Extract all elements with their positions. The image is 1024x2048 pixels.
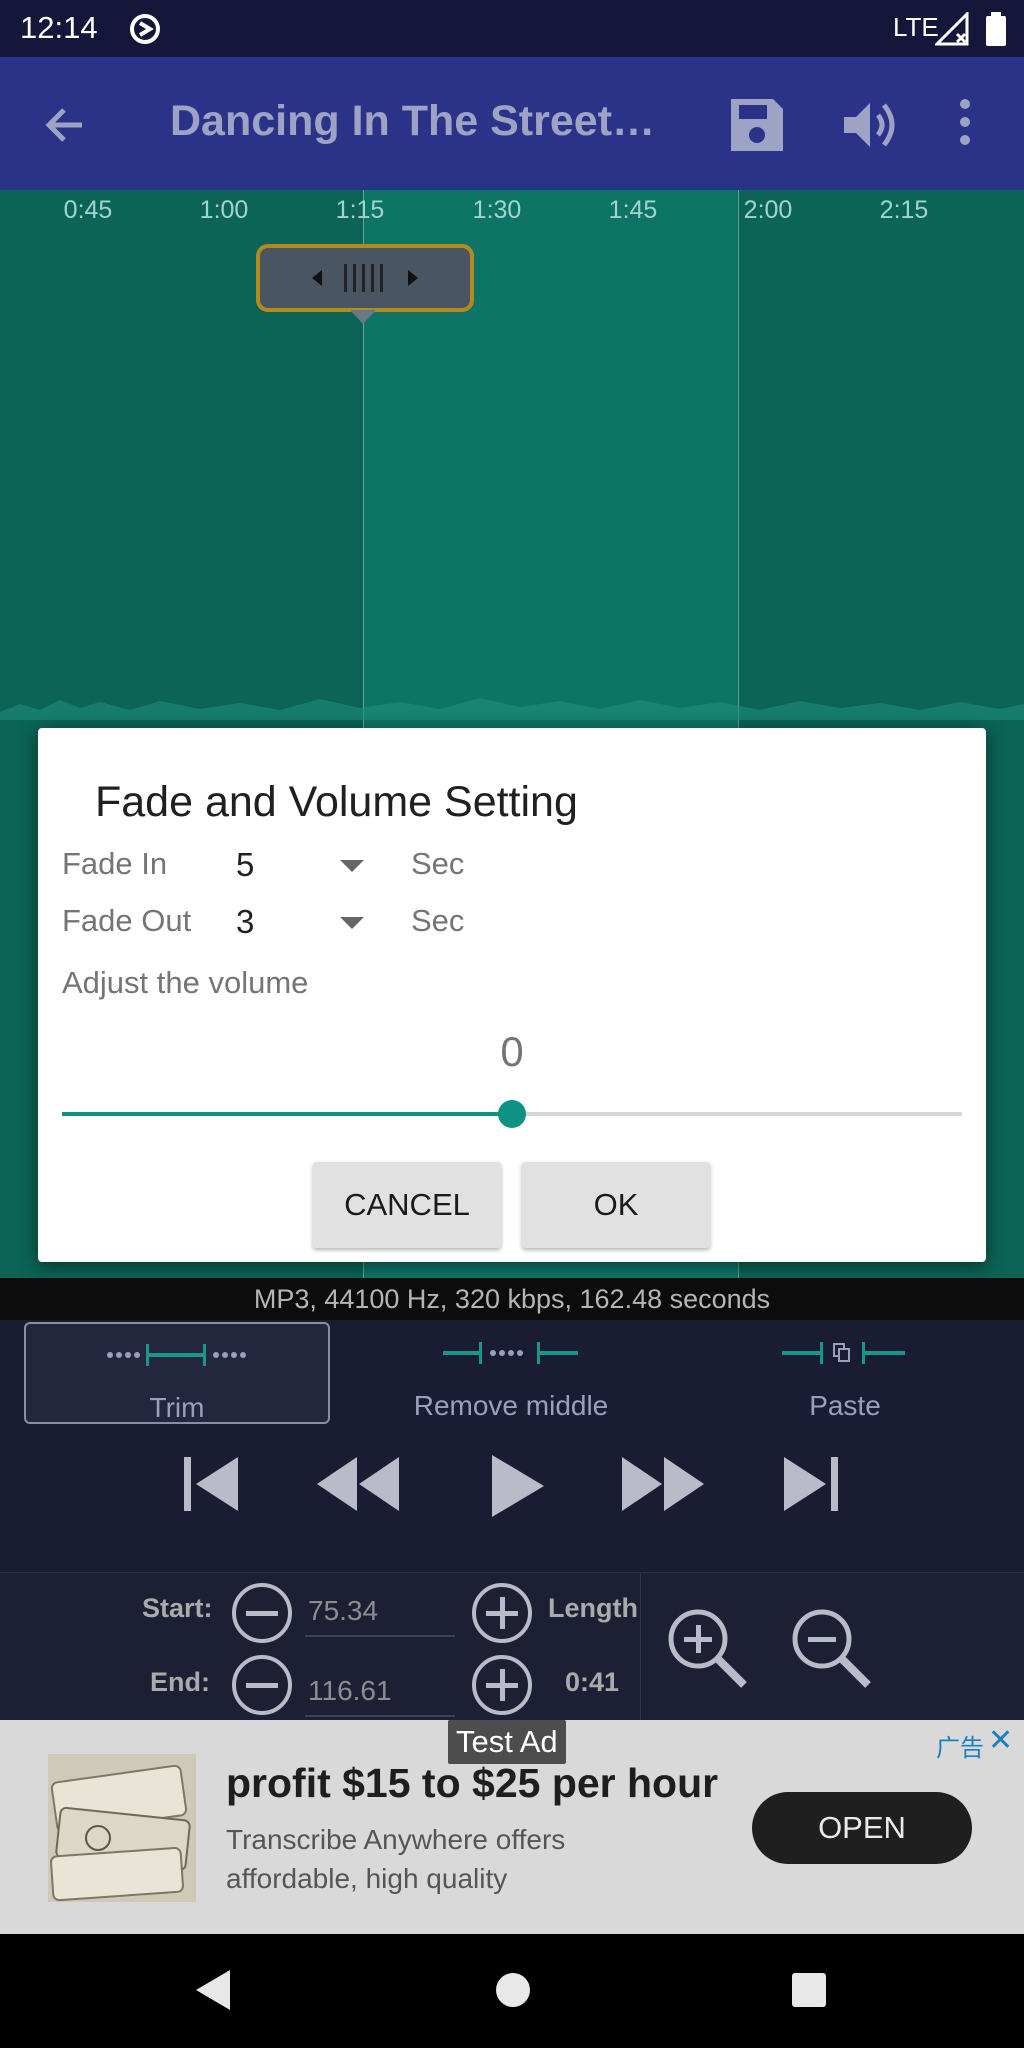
ok-button[interactable]: OK — [522, 1162, 710, 1248]
zoom-in-icon[interactable] — [662, 1603, 752, 1698]
skip-to-end-icon[interactable] — [780, 1453, 842, 1520]
ad-close-icon[interactable]: ✕ — [988, 1723, 1013, 1758]
fade-out-dropdown-icon[interactable] — [340, 917, 364, 929]
length-value: 0:41 — [565, 1667, 620, 1697]
ad-headline[interactable]: profit $15 to $25 per hour — [226, 1760, 718, 1807]
tools-panel: Trim Remove middle Paste — [0, 1320, 1024, 1572]
seek-pointer — [350, 310, 376, 324]
end-decrease-icon[interactable] — [230, 1653, 294, 1722]
fade-in-value[interactable]: 5 — [236, 846, 254, 884]
ad-open-button[interactable]: OPEN — [752, 1792, 972, 1864]
cancel-button[interactable]: CANCEL — [313, 1162, 501, 1248]
nav-home-icon[interactable] — [494, 1968, 532, 2017]
fade-in-dropdown-icon[interactable] — [340, 860, 364, 872]
start-label: Start: — [142, 1593, 213, 1623]
test-ad-badge: Test Ad — [448, 1720, 566, 1764]
end-label: End: — [150, 1667, 210, 1697]
trim-icon — [107, 1344, 246, 1366]
start-value[interactable]: 75.34 — [308, 1595, 378, 1627]
time-tick: 2:15 — [879, 196, 929, 224]
length-label: Length — [548, 1593, 638, 1623]
volume-slider-fill — [62, 1112, 512, 1116]
skip-to-start-icon[interactable] — [180, 1453, 242, 1520]
nav-back-icon[interactable] — [194, 1968, 234, 2017]
app-bar: Dancing In The Street… — [0, 57, 1024, 190]
end-increase-icon[interactable] — [470, 1653, 534, 1722]
remove-middle-icon — [443, 1342, 578, 1364]
fade-in-label: Fade In — [62, 846, 168, 881]
volume-slider[interactable] — [62, 1100, 962, 1128]
time-tick: 2:00 — [743, 196, 793, 224]
status-time: 12:14 — [20, 10, 98, 45]
fade-volume-dialog: Fade and Volume Setting Fade In 5 Sec Fa… — [38, 728, 986, 1262]
time-tick: 1:00 — [199, 196, 249, 224]
signal-icon — [933, 10, 969, 51]
fade-out-label: Fade Out — [62, 903, 192, 938]
remove-middle-tool[interactable]: Remove middle — [358, 1322, 664, 1424]
dialog-title: Fade and Volume Setting — [95, 778, 578, 826]
system-nav-bar — [0, 1934, 1024, 2048]
fade-in-unit: Sec — [411, 846, 465, 881]
waveform-peaks — [0, 698, 1024, 720]
fade-out-value[interactable]: 3 — [236, 903, 254, 941]
start-decrease-icon[interactable] — [230, 1581, 294, 1650]
start-increase-icon[interactable] — [470, 1581, 534, 1650]
edit-divider — [640, 1573, 641, 1721]
paste-icon — [782, 1342, 905, 1364]
play-icon[interactable] — [488, 1453, 548, 1524]
nav-recents-icon[interactable] — [790, 1968, 828, 2017]
time-edit-panel: Start: 75.34 Length End: 116.61 0:41 — [0, 1572, 1024, 1722]
file-info: MP3, 44100 Hz, 320 kbps, 162.48 seconds — [0, 1278, 1024, 1320]
more-options-icon[interactable] — [958, 97, 972, 152]
start-underline — [305, 1635, 455, 1637]
ad-body: Transcribe Anywhere offers affordable, h… — [226, 1824, 566, 1894]
volume-icon[interactable] — [838, 93, 902, 162]
time-tick: 0:45 — [63, 196, 113, 224]
time-tick: 1:15 — [335, 196, 385, 224]
remove-middle-label: Remove middle — [413, 1390, 609, 1421]
volume-slider-thumb[interactable] — [498, 1100, 526, 1128]
adjust-volume-label: Adjust the volume — [62, 965, 309, 1000]
fade-out-unit: Sec — [411, 903, 465, 938]
zoom-out-icon[interactable] — [786, 1603, 876, 1698]
paste-label: Paste — [809, 1390, 881, 1421]
status-bar: 12:14 LTE — [0, 0, 1024, 57]
seek-handle[interactable] — [256, 244, 474, 312]
save-icon[interactable] — [725, 93, 789, 162]
volume-value: 0 — [500, 1028, 524, 1075]
end-underline — [305, 1715, 455, 1717]
paste-tool[interactable]: Paste — [692, 1322, 998, 1424]
ad-banner[interactable]: Test Ad 广告 ✕ profit $15 to $25 per hour … — [0, 1720, 1024, 1934]
time-tick: 1:45 — [608, 196, 658, 224]
adchoices-label[interactable]: 广告 — [936, 1728, 984, 1763]
battery-icon — [985, 12, 1007, 51]
network-type: LTE — [893, 12, 939, 42]
trim-tool[interactable]: Trim — [24, 1322, 330, 1424]
time-tick: 1:30 — [472, 196, 522, 224]
fast-forward-icon[interactable] — [620, 1453, 706, 1520]
end-value[interactable]: 116.61 — [308, 1675, 392, 1707]
ad-image[interactable] — [48, 1754, 196, 1902]
rewind-icon[interactable] — [315, 1453, 401, 1520]
back-arrow-icon[interactable] — [40, 99, 92, 156]
sync-status-icon — [128, 12, 162, 51]
trim-label: Trim — [149, 1392, 205, 1423]
song-title: Dancing In The Street… — [170, 97, 656, 145]
